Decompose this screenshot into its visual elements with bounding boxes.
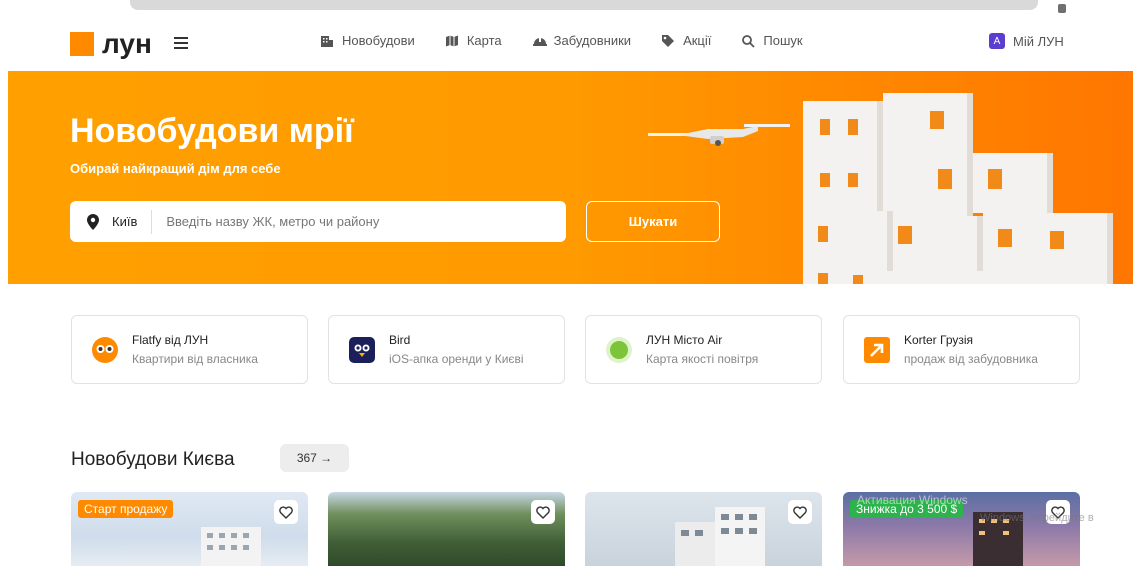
search-button[interactable]: Шукати (586, 201, 720, 242)
search-input[interactable] (166, 214, 547, 229)
favorite-button[interactable] (531, 500, 555, 524)
service-desc: Карта якості повітря (646, 352, 759, 366)
search-box: Київ (70, 201, 566, 242)
avatar: А (989, 33, 1005, 49)
logo-text: лун (102, 28, 152, 59)
service-card-air[interactable]: ЛУН Місто Air Карта якості повітря (585, 315, 822, 384)
service-desc: Квартири від власника (132, 352, 258, 366)
map-icon (445, 34, 459, 48)
nav-item-developers[interactable]: Забудовники (532, 33, 631, 48)
drone-illustration (648, 124, 790, 146)
hero-banner: Новобудови мрії Обирай найкращий дім для… (8, 71, 1133, 284)
logo-square-icon (70, 32, 94, 56)
service-name: Flatfy від ЛУН (132, 333, 209, 347)
helmet-icon (532, 34, 547, 48)
arrow-up-right-icon (864, 336, 890, 363)
site-header: лун Новобудови Карта Забудовники Акції П… (0, 13, 1133, 71)
service-desc: iOS-апка оренди у Києві (389, 352, 524, 366)
section-title: Новобудови Києва (71, 449, 235, 470)
search-icon (741, 34, 756, 48)
service-card-bird[interactable]: Bird iOS-апка оренди у Києві (328, 315, 565, 384)
service-card-korter[interactable]: Korter Грузія продаж від забудовника (843, 315, 1080, 384)
building-photo (201, 527, 261, 566)
hero-subtitle: Обирай найкращий дім для себе (70, 161, 281, 176)
nav-label: Пошук (763, 33, 803, 48)
air-dot-icon (606, 336, 632, 363)
nav-label: Новобудови (342, 33, 415, 48)
service-desc: продаж від забудовника (904, 352, 1038, 366)
extension-icon[interactable] (1058, 4, 1066, 13)
city-selector[interactable]: Київ (112, 214, 137, 229)
nav-label: Забудовники (553, 33, 632, 48)
heart-icon (279, 505, 293, 519)
location-pin-icon (86, 213, 100, 230)
listing-card[interactable] (585, 492, 822, 566)
favorite-button[interactable] (274, 500, 298, 524)
listing-card[interactable]: Старт продажу (71, 492, 308, 566)
building-icon (320, 34, 334, 48)
hero-title: Новобудови мрії (70, 112, 354, 150)
building-photo (675, 507, 765, 566)
nav-label: Акції (683, 33, 712, 48)
favorite-button[interactable] (788, 500, 812, 524)
my-lun-label: Мій ЛУН (1013, 33, 1064, 49)
service-name: Bird (389, 333, 411, 347)
address-bar[interactable] (130, 0, 1038, 10)
count-chip[interactable]: 367 → (280, 444, 349, 472)
menu-icon[interactable] (174, 37, 188, 49)
nav-item-promotions[interactable]: Акції (661, 33, 711, 48)
heart-icon (536, 505, 550, 519)
divider (151, 209, 153, 234)
heart-icon (793, 505, 807, 519)
nav-item-map[interactable]: Карта (445, 33, 502, 48)
listing-card[interactable] (328, 492, 565, 566)
service-name: ЛУН Місто Air (646, 333, 723, 347)
logo[interactable]: лун (70, 28, 152, 59)
nav-item-search[interactable]: Пошук (741, 33, 803, 48)
my-lun-link[interactable]: А Мій ЛУН (989, 33, 1064, 49)
tag-icon (661, 34, 675, 48)
service-card-flatfy[interactable]: Flatfy від ЛУН Квартири від власника (71, 315, 308, 384)
nav-item-new-buildings[interactable]: Новобудови (320, 33, 415, 48)
owl-icon (92, 336, 118, 363)
building-illustration (803, 101, 883, 161)
bird-icon (349, 336, 375, 363)
main-nav: Новобудови Карта Забудовники Акції Пошук (320, 33, 833, 48)
service-name: Korter Грузія (904, 333, 974, 347)
os-activation-watermark-line2: Windows, перейдите в (980, 512, 1094, 524)
os-activation-watermark: Активация Windows (857, 493, 968, 507)
nav-label: Карта (466, 33, 502, 48)
status-badge: Старт продажу (78, 500, 174, 518)
browser-strip (0, 0, 1133, 13)
